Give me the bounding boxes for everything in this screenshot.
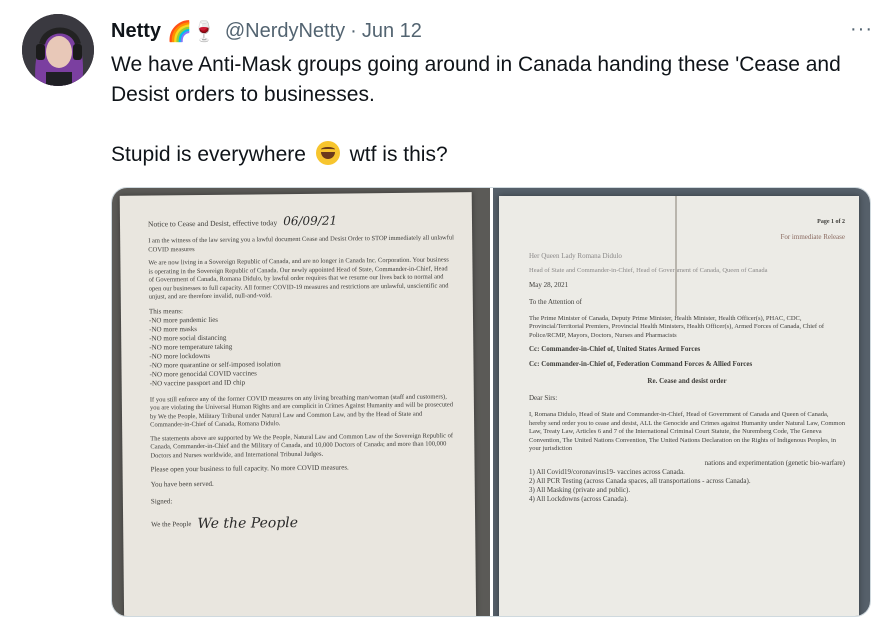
letter-cc1: Cc: Commander-in-Chief of, United States… xyxy=(529,345,701,353)
more-options-icon[interactable]: ··· xyxy=(850,18,873,41)
notice-para2: If you still enforce any of the former C… xyxy=(149,392,454,429)
notice-we-the-people: We the People xyxy=(151,519,192,529)
letter-from-name: Her Queen Lady Romana Didulo xyxy=(529,252,622,260)
cease-desist-letter: Page 1 of 2 For immediate Release Her Qu… xyxy=(499,196,859,616)
avatar-image xyxy=(22,14,94,86)
display-name[interactable]: Netty xyxy=(111,20,161,43)
tweet-text-line1: We have Anti-Mask groups going around in… xyxy=(111,53,841,106)
tweet-text-line2-b: wtf is this? xyxy=(349,143,448,166)
letter-item: 4) All Lockdowns (across Canada). xyxy=(529,494,628,503)
letter-attention: To the Attention of xyxy=(529,297,582,306)
notice-signed: Signed: xyxy=(150,497,173,506)
letter-item: 3) All Masking (private and public). xyxy=(529,485,631,494)
separator-dot: · xyxy=(350,19,357,42)
tweet-text-line2: Stupid is everywhere wtf is this? xyxy=(111,140,871,170)
notice-title: Notice to Cease and Desist, effective to… xyxy=(147,218,278,229)
handwritten-signature: We the People xyxy=(197,515,299,533)
letter-item: 2) All PCR Testing (across Canada spaces… xyxy=(529,476,751,485)
notice-intro: I am the witness of the law serving you … xyxy=(148,234,454,254)
photo-right[interactable]: Page 1 of 2 For immediate Release Her Qu… xyxy=(493,188,870,616)
tweet: Netty 🌈🍷 @NerdyNetty · Jun 12 ··· We hav… xyxy=(0,0,891,632)
letter-recipients: The Prime Minister of Canada, Deputy Pri… xyxy=(529,314,825,339)
letter-cc2: Cc: Commander-in-Chief of, Federation Co… xyxy=(529,360,753,368)
media-gallery: Notice to Cease and Desist, effective to… xyxy=(111,187,871,617)
avatar[interactable] xyxy=(22,14,94,86)
letter-subject: Re. Cease and desist order xyxy=(647,377,727,385)
rolling-laughing-emoji-icon xyxy=(315,141,340,165)
tweet-date[interactable]: Jun 12 xyxy=(362,20,422,43)
letter-page-number: Page 1 of 2 xyxy=(817,219,845,225)
cease-desist-notice: Notice to Cease and Desist, effective to… xyxy=(119,192,477,616)
letter-item: 1) All Covid19/coronavirus19- vaccines a… xyxy=(529,467,685,476)
notice-para4: Please open your business to full capaci… xyxy=(150,463,349,474)
tweet-header: Netty 🌈🍷 @NerdyNetty · Jun 12 xyxy=(111,17,831,45)
letter-date: May 28, 2021 xyxy=(529,280,569,289)
name-emojis: 🌈🍷 xyxy=(167,20,217,43)
handwritten-date: 06/09/21 xyxy=(283,213,338,229)
letter-body-2: nations and experimentation (genetic bio… xyxy=(704,458,845,467)
tweet-text-line2-a: Stupid is everywhere xyxy=(111,143,306,166)
photo-left[interactable]: Notice to Cease and Desist, effective to… xyxy=(112,188,490,616)
letter-salutation: Dear Sirs: xyxy=(529,394,558,402)
letter-release: For immediate Release xyxy=(780,233,845,241)
notice-para1: We are now living in a Sovereign Republi… xyxy=(148,256,449,301)
tweet-text: We have Anti-Mask groups going around in… xyxy=(111,50,871,170)
notice-served: You have been served. xyxy=(150,479,214,489)
paper-tear xyxy=(675,196,677,316)
letter-body: I, Romana Didulo, Head of State and Comm… xyxy=(529,411,845,452)
user-handle[interactable]: @NerdyNetty xyxy=(225,20,345,43)
notice-para3: The statements above are supported by We… xyxy=(150,431,454,460)
letter-from-title: Head of State and Commander-in-Chief, He… xyxy=(529,267,768,274)
